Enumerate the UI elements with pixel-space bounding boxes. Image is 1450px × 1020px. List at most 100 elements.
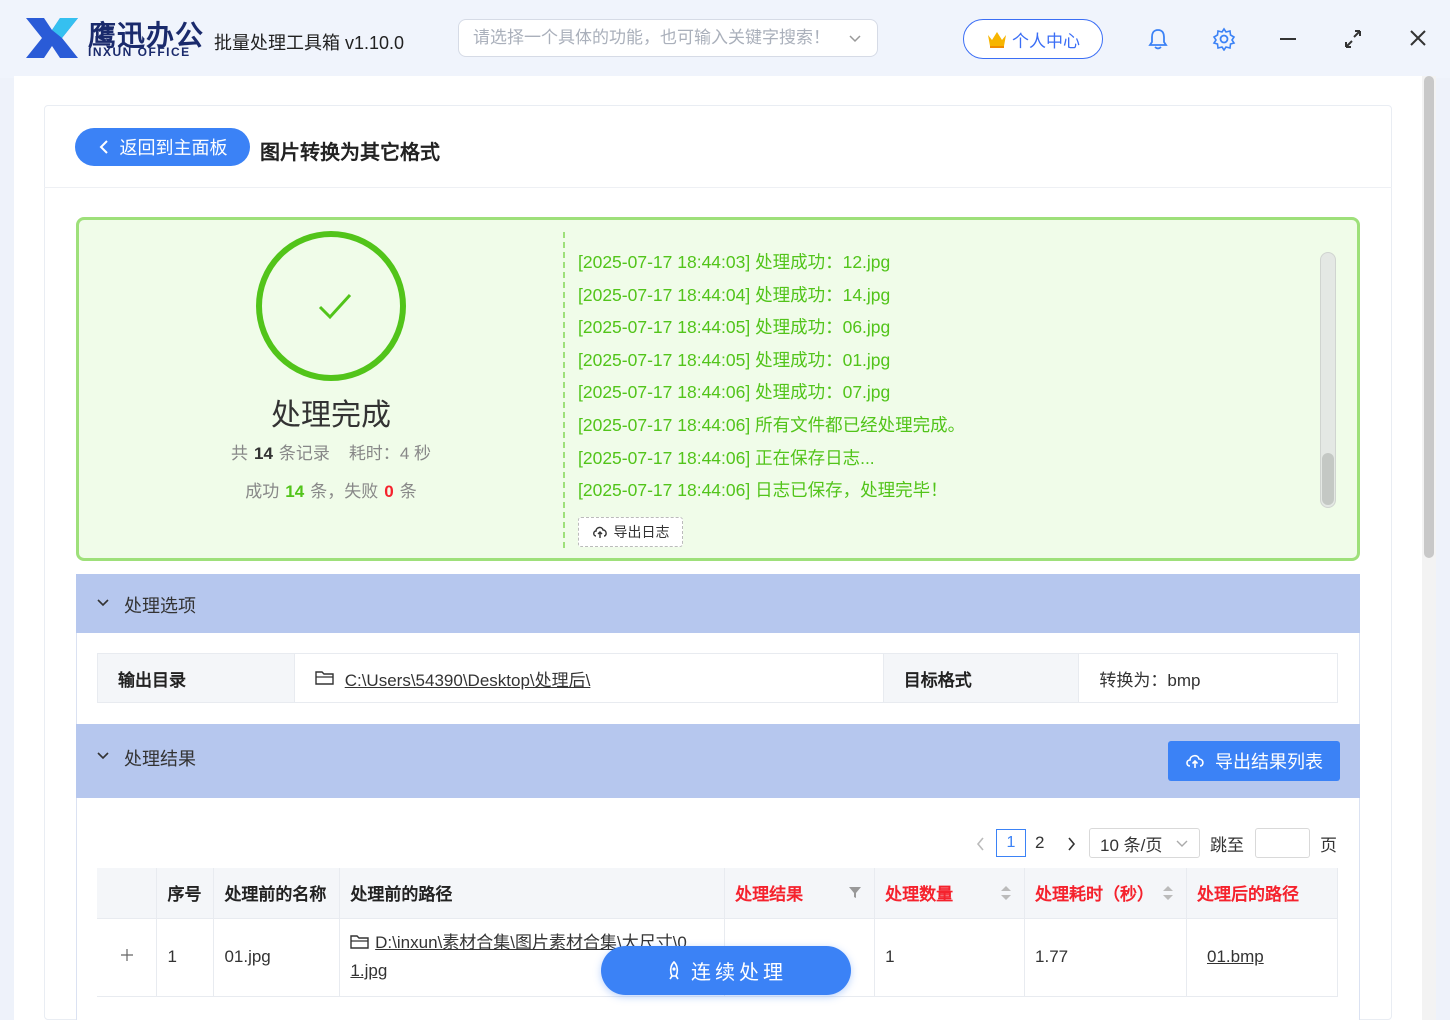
page-2[interactable]: 2: [1035, 828, 1044, 858]
back-to-home-button[interactable]: 返回到主面板: [75, 128, 250, 166]
rocket-icon: [669, 960, 679, 979]
chevron-down-icon: [1176, 840, 1188, 847]
brand-name-en: INXUN OFFICE: [88, 45, 191, 59]
continue-processing-button[interactable]: 连续处理: [601, 946, 851, 995]
log-line: [2025-07-17 18:44:06] 正在保存日志...: [578, 447, 875, 468]
expand-column-header: [97, 868, 158, 919]
filter-icon[interactable]: [848, 885, 862, 899]
time-header-label: 处理耗时（秒）: [1035, 885, 1155, 905]
check-icon: [318, 293, 352, 320]
summary-line: 共 14 条记录 耗时：4 秒: [180, 439, 482, 464]
back-button-label: 返回到主面板: [119, 138, 228, 158]
log-line: [2025-07-17 18:44:06] 处理成功：07.jpg: [578, 382, 891, 403]
page-size-select[interactable]: 10 条/页: [1089, 828, 1200, 858]
result-divider: [563, 232, 565, 548]
row-output-link[interactable]: 01.bmp: [1207, 947, 1264, 966]
target-format-label: 目标格式: [882, 654, 1079, 702]
log-line: [2025-07-17 18:44:05] 处理成功：01.jpg: [578, 349, 891, 370]
minimize-icon[interactable]: [1278, 27, 1298, 51]
success-circle: [256, 231, 406, 381]
cloud-upload-icon: [1186, 754, 1204, 768]
count-header-label: 处理数量: [885, 885, 954, 905]
bell-icon[interactable]: [1147, 27, 1169, 51]
page-title: 图片转换为其它格式: [260, 142, 440, 164]
chevron-down-icon[interactable]: [96, 749, 110, 763]
inxun-logo-icon: [26, 18, 78, 58]
chevron-left-icon: [99, 140, 108, 154]
log-line: [2025-07-17 18:44:03] 处理成功：12.jpg: [578, 252, 891, 272]
gear-icon[interactable]: [1212, 27, 1236, 51]
prev-page-icon[interactable]: [975, 836, 987, 852]
row-output[interactable]: 01.bmp: [1186, 918, 1339, 997]
user-center-label: 个人中心: [1012, 31, 1080, 51]
expand-plus-icon[interactable]: [120, 948, 134, 962]
fail-count: 0: [384, 482, 394, 501]
export-results-button[interactable]: 导出结果列表: [1168, 741, 1340, 781]
column-header-index: 序号: [156, 868, 215, 919]
table-header-row: 序号 处理前的名称 处理前的路径 处理结果 处理数量 处理耗时（秒） 处理后的路…: [97, 868, 1339, 919]
time-value: 4 秒: [399, 444, 431, 463]
export-log-button[interactable]: 导出日志: [578, 517, 683, 547]
column-header-time[interactable]: 处理耗时（秒）: [1024, 868, 1187, 919]
total-suffix: 条记录: [278, 444, 330, 463]
page-1[interactable]: 1: [996, 829, 1026, 857]
options-section-header[interactable]: [76, 574, 1360, 633]
page-size-value: 10 条/页: [1100, 835, 1163, 855]
column-header-name: 处理前的名称: [213, 868, 341, 919]
status-title: 处理完成: [271, 399, 391, 432]
options-section-title: 处理选项: [124, 596, 196, 616]
crown-icon: [988, 32, 1006, 48]
time-prefix: 耗时：: [348, 444, 400, 463]
row-name: 01.jpg: [213, 918, 341, 997]
jump-label: 跳至: [1210, 835, 1244, 855]
log-line: [2025-07-17 18:44:06] 所有文件都已经处理完成。: [578, 414, 966, 435]
row-time: 1.77: [1024, 918, 1187, 997]
row-count: 1: [874, 918, 1026, 997]
page-scrollbar[interactable]: [1422, 76, 1436, 1020]
output-dir-link[interactable]: C:\Users\54390\Desktop\处理后\: [345, 666, 591, 691]
log-line: [2025-07-17 18:44:04] 处理成功：14.jpg: [578, 284, 891, 305]
results-section-title: 处理结果: [124, 749, 196, 769]
fail-suffix: 条: [399, 482, 417, 501]
success-prefix: 成功: [245, 482, 280, 501]
continue-button-label: 连续处理: [691, 962, 787, 984]
chevron-down-icon[interactable]: [96, 596, 110, 610]
total-prefix: 共: [230, 444, 248, 463]
search-input[interactable]: [473, 28, 843, 48]
column-header-result[interactable]: 处理结果: [724, 868, 876, 919]
folder-icon: [350, 935, 370, 949]
function-search[interactable]: [458, 19, 878, 57]
log-scrollbar[interactable]: [1320, 252, 1336, 508]
row-index: 1: [156, 918, 215, 997]
app-title: 批量处理工具箱 v1.10.0: [214, 33, 405, 53]
expand-cell[interactable]: [97, 918, 158, 997]
total-count: 14: [253, 444, 273, 463]
success-count: 14: [285, 482, 305, 501]
chevron-down-icon[interactable]: [847, 30, 863, 46]
folder-icon: [315, 671, 334, 685]
sort-icon[interactable]: [1162, 885, 1174, 901]
jump-page-input[interactable]: [1255, 828, 1310, 858]
target-format-value: 转换为：bmp: [1078, 654, 1338, 702]
user-center-button[interactable]: 个人中心: [963, 19, 1103, 59]
sort-icon[interactable]: [1000, 885, 1012, 901]
output-dir-value[interactable]: C:\Users\54390\Desktop\处理后\: [293, 654, 883, 702]
row-path-link-cont[interactable]: 1.jpg: [350, 961, 387, 980]
page-unit-label: 页: [1320, 835, 1337, 855]
success-fail-line: 成功 14 条，失败 0 条: [180, 477, 482, 502]
options-row: 输出目录 C:\Users\54390\Desktop\处理后\ 目标格式 转换…: [97, 653, 1338, 703]
cloud-upload-icon: [592, 526, 607, 538]
next-page-icon[interactable]: [1065, 836, 1077, 852]
column-header-path: 处理前的路径: [339, 868, 726, 919]
export-log-label: 导出日志: [613, 524, 670, 540]
close-icon[interactable]: [1408, 27, 1428, 51]
export-results-label: 导出结果列表: [1215, 752, 1323, 772]
result-header-label: 处理结果: [735, 885, 804, 905]
column-header-count[interactable]: 处理数量: [874, 868, 1026, 919]
log-list: [2025-07-17 18:44:03] 处理成功：12.jpg [2025-…: [578, 249, 1298, 510]
maximize-icon[interactable]: [1343, 27, 1363, 51]
column-header-output: 处理后的路径: [1186, 868, 1339, 919]
log-line: [2025-07-17 18:44:05] 处理成功：06.jpg: [578, 317, 891, 338]
log-line: [2025-07-17 18:44:06] 日志已保存，处理完毕！: [578, 480, 948, 501]
fail-prefix: 条，失败: [310, 482, 379, 501]
